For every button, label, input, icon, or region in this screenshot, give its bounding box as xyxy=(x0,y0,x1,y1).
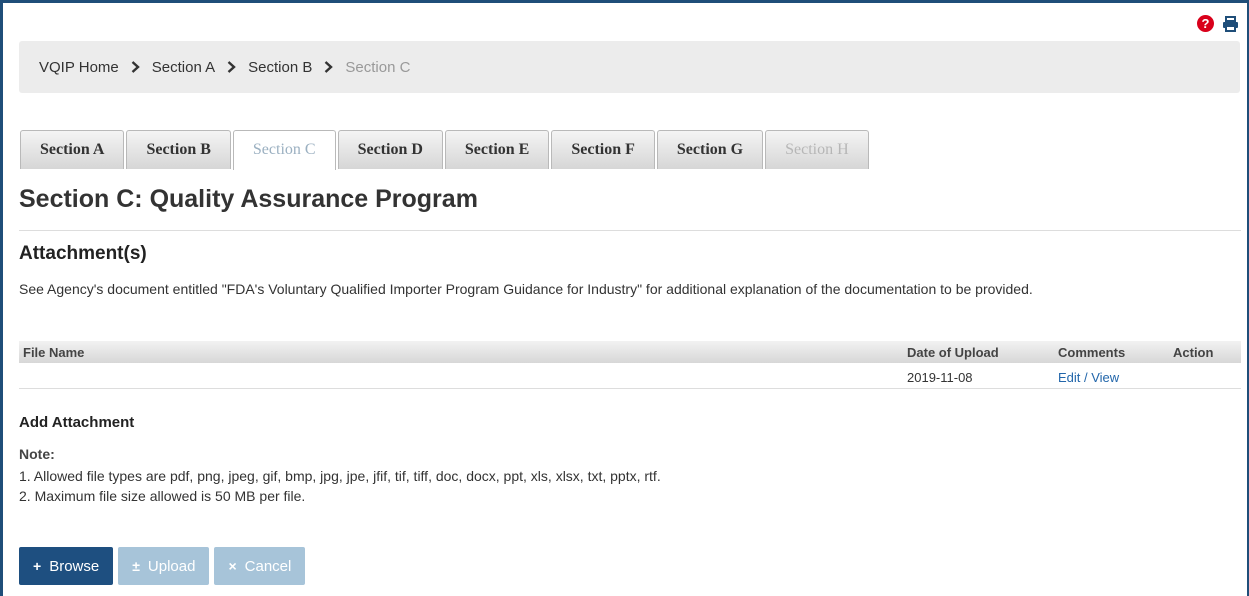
column-date-of-upload: Date of Upload xyxy=(907,345,999,360)
tab-section-e[interactable]: Section E xyxy=(444,130,550,169)
browse-button[interactable]: + Browse xyxy=(19,547,114,585)
chevron-right-icon xyxy=(324,61,334,73)
help-icon[interactable]: ? xyxy=(1197,15,1214,32)
column-comments: Comments xyxy=(1058,345,1126,360)
note-line: 1. Allowed file types are pdf, png, jpeg… xyxy=(19,468,661,484)
tab-section-b[interactable]: Section B xyxy=(126,130,231,169)
printer-icon[interactable] xyxy=(1222,15,1239,32)
attachments-heading: Attachment(s) xyxy=(19,243,147,264)
plus-icon: + xyxy=(33,558,42,574)
attachments-table-header: File Name Date of Upload Comments Action xyxy=(19,341,1241,363)
breadcrumb-item-section-a[interactable]: Section A xyxy=(152,59,215,76)
attachments-description: See Agency's document entitled "FDA's Vo… xyxy=(19,281,1033,297)
upload-icon: ± xyxy=(132,558,140,574)
breadcrumb-current: Section C xyxy=(345,58,411,76)
add-attachment-heading: Add Attachment xyxy=(19,414,135,431)
cancel-button[interactable]: × Cancel xyxy=(214,547,306,585)
attachment-actions: + Browse ± Upload × Cancel xyxy=(19,547,306,585)
divider xyxy=(19,230,1241,231)
edit-view-link[interactable]: Edit / View xyxy=(1058,370,1119,385)
chevron-right-icon xyxy=(227,61,236,73)
close-icon: × xyxy=(228,558,237,574)
cell-date-of-upload: 2019-11-08 xyxy=(907,370,973,385)
tab-section-a[interactable]: Section A xyxy=(20,130,125,169)
column-action: Action xyxy=(1173,345,1214,360)
note-list: 1. Allowed file types are pdf, png, jpeg… xyxy=(19,466,661,506)
breadcrumb-item-vqip-home[interactable]: VQIP Home xyxy=(39,59,119,76)
chevron-right-icon xyxy=(131,61,140,73)
column-file-name: File Name xyxy=(23,345,85,360)
top-icons: ? xyxy=(1197,15,1239,32)
note-line: 2. Maximum file size allowed is 50 MB pe… xyxy=(19,488,306,504)
tab-section-g[interactable]: Section G xyxy=(656,130,764,169)
section-tabs: Section A Section B Section C Section D … xyxy=(20,130,869,170)
upload-button-label: Upload xyxy=(147,557,196,575)
page-title: Section C: Quality Assurance Program xyxy=(19,185,478,213)
cancel-button-label: Cancel xyxy=(244,557,292,575)
browse-button-label: Browse xyxy=(49,557,100,575)
breadcrumb-item-section-b[interactable]: Section B xyxy=(248,59,312,76)
tab-section-f[interactable]: Section F xyxy=(551,130,655,169)
tab-section-h: Section H xyxy=(765,130,869,169)
breadcrumb: VQIP Home Section A Section B Section C xyxy=(19,41,1240,93)
note-label: Note: xyxy=(19,446,55,462)
tab-section-d[interactable]: Section D xyxy=(337,130,443,169)
upload-button[interactable]: ± Upload xyxy=(118,547,210,585)
tab-section-c[interactable]: Section C xyxy=(232,130,336,170)
table-row: 2019-11-08 Edit / View xyxy=(19,366,1241,389)
